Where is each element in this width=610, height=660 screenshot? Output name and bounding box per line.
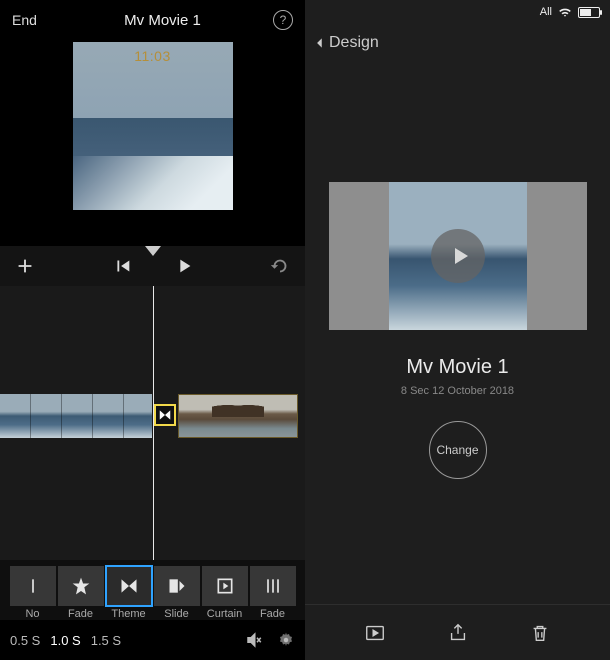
transition-theme-icon[interactable] — [154, 404, 176, 426]
battery-icon — [578, 7, 600, 18]
transition-labels: No Fade Theme Slide Curtain Fade — [4, 608, 301, 620]
chevron-left-icon — [313, 33, 327, 53]
back-label: Design — [329, 34, 379, 52]
mute-icon[interactable] — [245, 631, 263, 649]
share-button[interactable] — [445, 620, 471, 646]
duration-option[interactable]: 1.0 S — [50, 633, 80, 648]
play-footer-button[interactable] — [362, 620, 388, 646]
duration-option[interactable]: 0.5 S — [10, 633, 40, 648]
project-footer — [305, 604, 610, 660]
project-poster[interactable] — [329, 182, 587, 330]
settings-icon[interactable] — [277, 631, 295, 649]
playhead-marker-icon — [145, 246, 161, 256]
wifi-icon — [558, 5, 572, 19]
undo-button[interactable] — [269, 255, 291, 277]
video-preview[interactable]: 11:03 — [73, 42, 233, 210]
play-icon — [448, 244, 472, 268]
project-panel: All Design Mv Movie 1 8 Sec 12 October 2… — [305, 0, 610, 660]
timeline-clip[interactable] — [178, 394, 298, 438]
back-button[interactable]: Design — [305, 24, 610, 62]
project-title: Mv Movie 1 — [52, 12, 273, 29]
editor-panel: End Mv Movie 1 ? 11:03 — [0, 0, 305, 660]
transition-marker[interactable] — [152, 394, 178, 438]
timeline[interactable] — [0, 286, 305, 560]
duration-options[interactable]: 0.5 S 1.0 S 1.5 S — [10, 633, 121, 648]
carrier-label: All — [540, 6, 552, 18]
prev-frame-button[interactable] — [111, 255, 133, 277]
transition-fade-button[interactable] — [58, 566, 104, 606]
play-button[interactable] — [173, 255, 195, 277]
duration-option[interactable]: 1.5 S — [91, 633, 121, 648]
timeline-clip[interactable] — [0, 394, 152, 438]
transition-theme-button[interactable] — [106, 566, 152, 606]
movie-title: Mv Movie 1 — [406, 356, 508, 379]
change-button[interactable]: Change — [429, 421, 487, 479]
status-bar: All — [305, 0, 610, 24]
duration-row: 0.5 S 1.0 S 1.5 S — [0, 620, 305, 660]
add-media-button[interactable] — [14, 255, 36, 277]
delete-button[interactable] — [527, 620, 553, 646]
play-project-button[interactable] — [431, 229, 485, 283]
transition-slide-button[interactable] — [154, 566, 200, 606]
transition-fade2-button[interactable] — [250, 566, 296, 606]
help-button[interactable]: ? — [273, 10, 293, 30]
playhead-line-icon — [153, 286, 154, 560]
transition-none-button[interactable] — [10, 566, 56, 606]
transition-curtain-button[interactable] — [202, 566, 248, 606]
end-label: End — [12, 12, 52, 28]
transition-picker: No Fade Theme Slide Curtain Fade — [0, 560, 305, 620]
timecode: 11:03 — [134, 48, 171, 64]
preview-area: End Mv Movie 1 ? 11:03 — [0, 0, 305, 246]
movie-meta: 8 Sec 12 October 2018 — [401, 385, 514, 397]
